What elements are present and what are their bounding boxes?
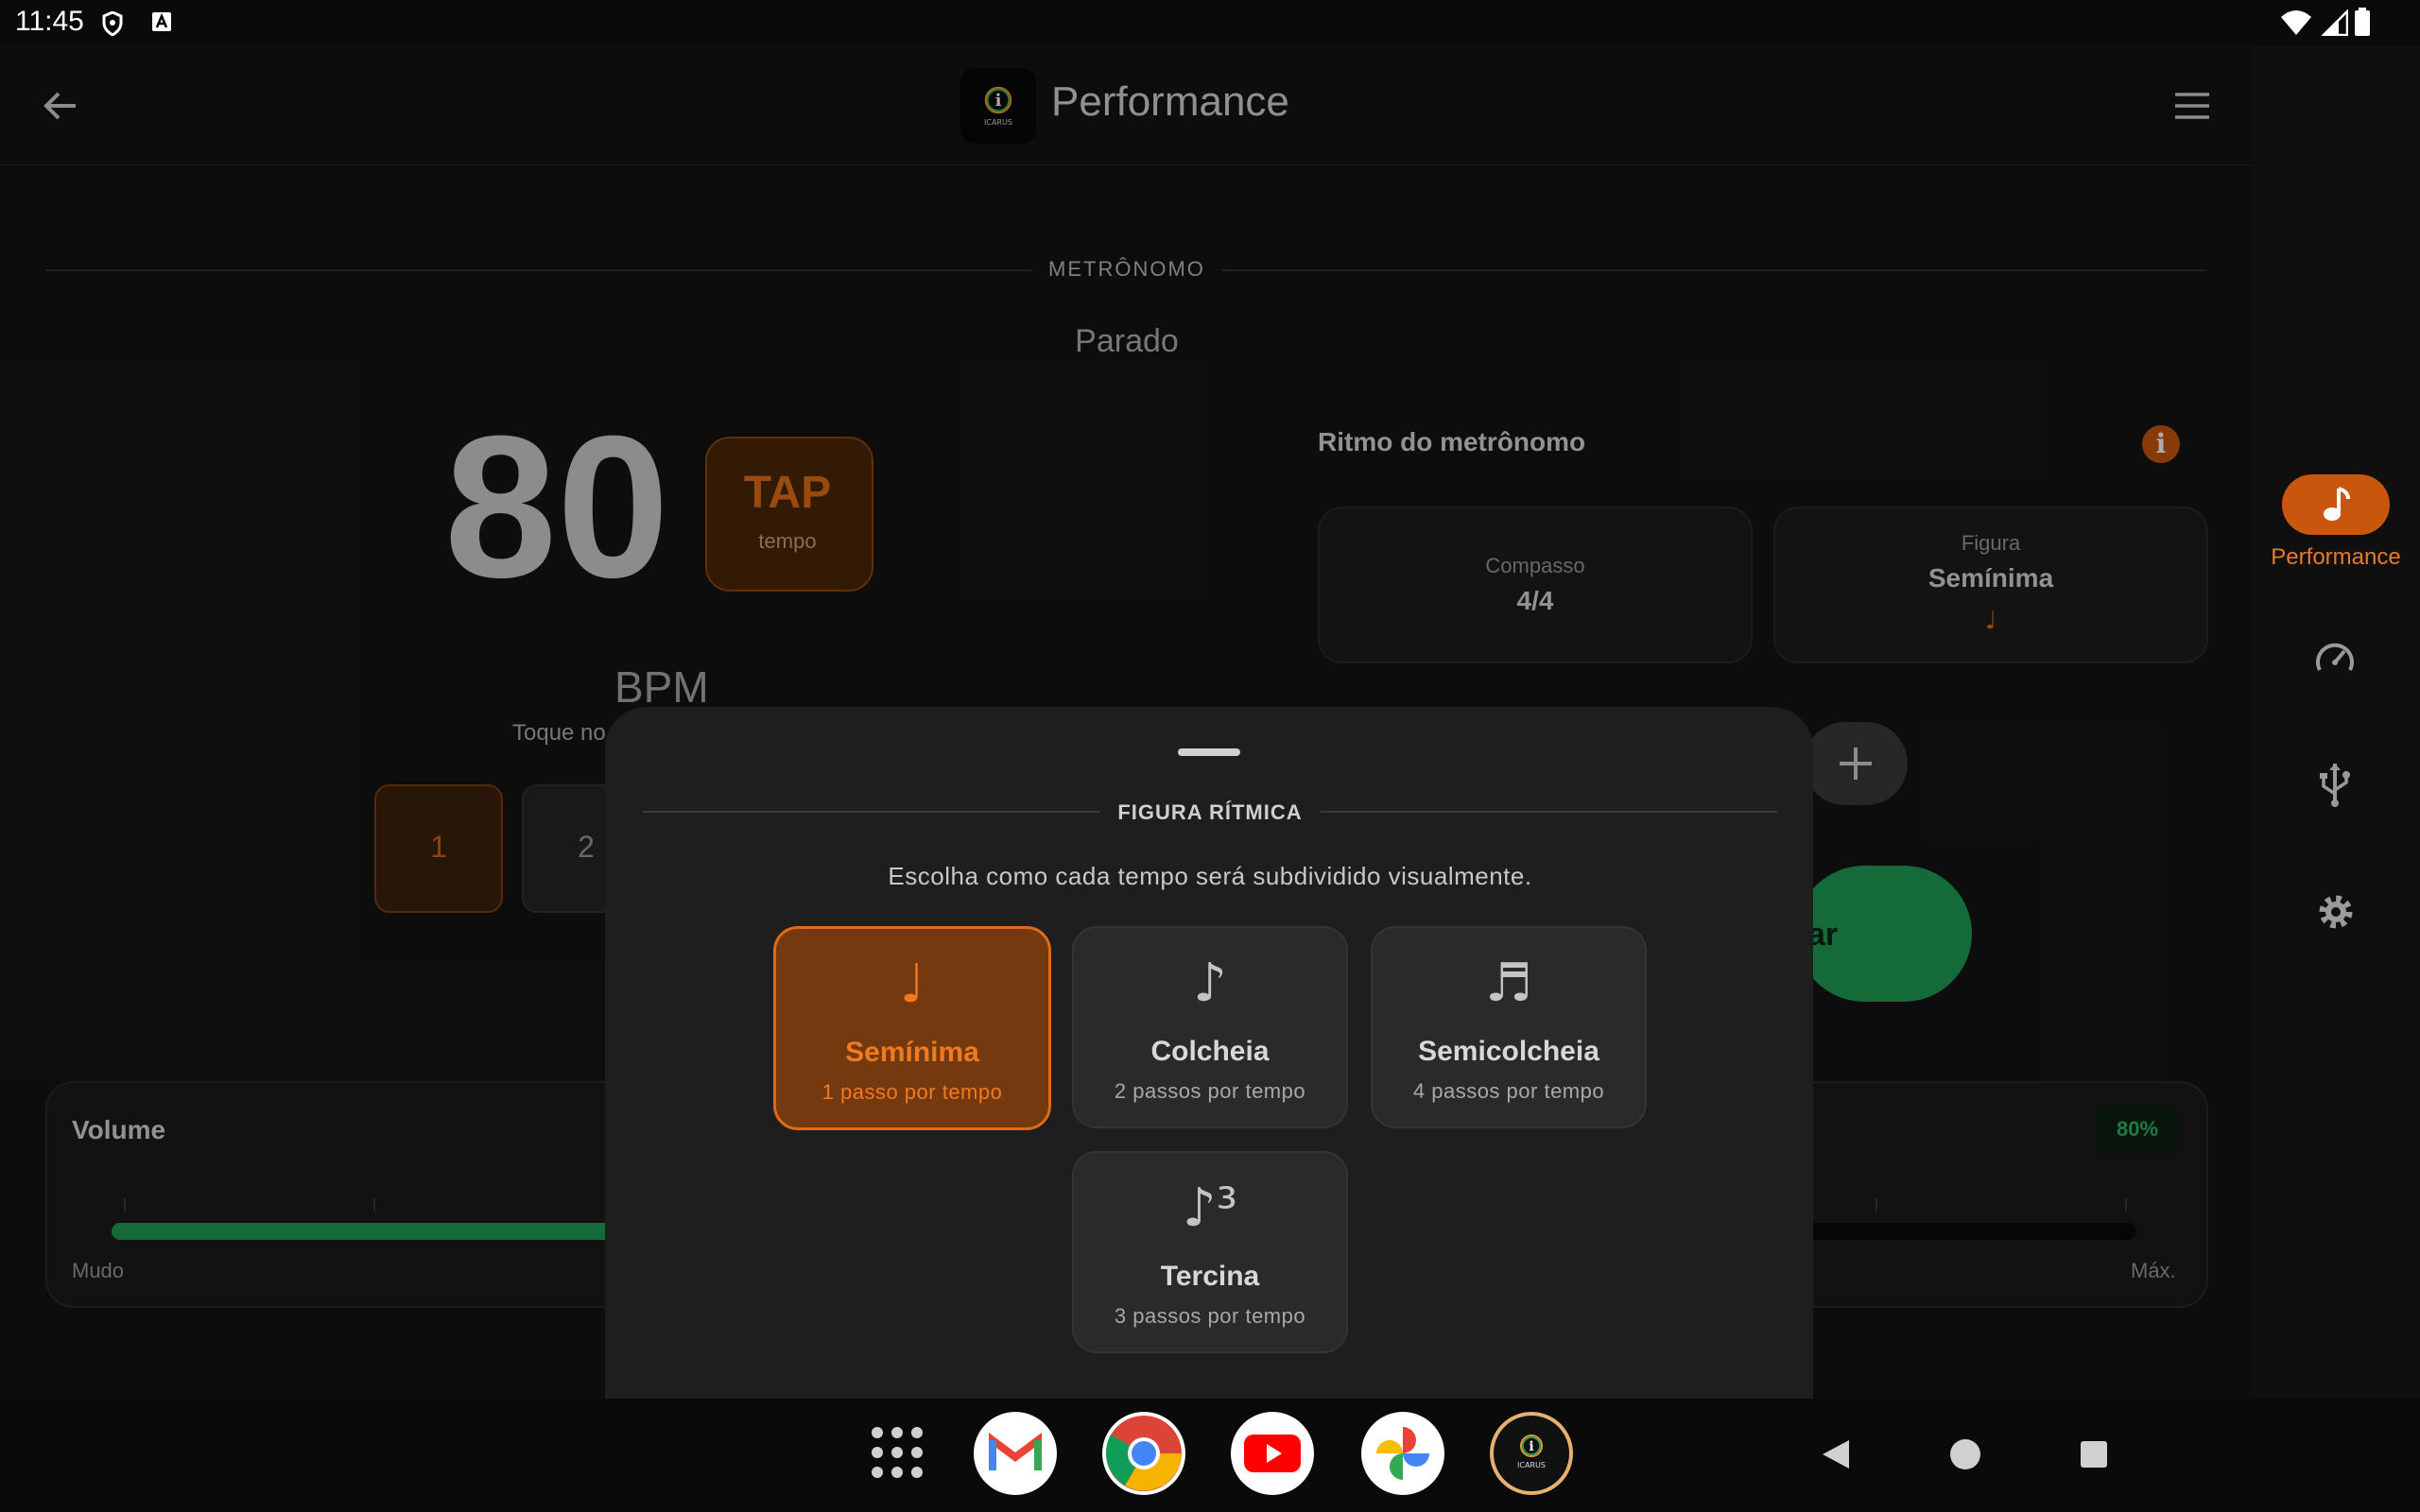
cellular-signal-icon (2322, 9, 2348, 36)
status-clock: 11:45 (15, 6, 84, 37)
triplet-note-icon: ♪³ (1182, 1177, 1238, 1239)
youtube-icon[interactable] (1231, 1412, 1314, 1495)
photos-icon[interactable] (1361, 1412, 1444, 1495)
sixteenth-notes-icon: ♬ (1484, 953, 1533, 1014)
sheet-drag-handle[interactable] (1178, 748, 1240, 756)
nav-recents-icon[interactable] (2080, 1440, 2108, 1469)
navigation-rail (2252, 45, 2420, 1399)
nav-home-icon[interactable] (1949, 1438, 1981, 1470)
svg-text:i: i (1529, 1439, 1533, 1454)
option-subtitle: 4 passos por tempo (1412, 1079, 1605, 1103)
eighth-note-icon: ♪ (1193, 953, 1227, 1014)
icarus-app-icon[interactable]: i ICARUS (1490, 1412, 1573, 1495)
music-note-icon (2320, 486, 2352, 524)
option-name: Tercina (1160, 1261, 1260, 1292)
sheet-divider (643, 811, 1100, 813)
nav-item-performance[interactable] (2282, 474, 2390, 535)
option-name: Colcheia (1150, 1036, 1270, 1067)
figure-option-seminima[interactable]: ♩ Semínima 1 passo por tempo (773, 926, 1051, 1130)
usb-icon[interactable] (2318, 762, 2352, 807)
settings-icon[interactable] (2316, 892, 2356, 932)
chrome-icon[interactable] (1102, 1412, 1185, 1495)
battery-icon (2354, 8, 2371, 36)
option-subtitle: 2 passos por tempo (1114, 1079, 1306, 1103)
vpn-shield-icon (102, 11, 123, 36)
nav-back-icon[interactable] (1821, 1438, 1851, 1470)
option-name: Semicolcheia (1418, 1036, 1599, 1067)
wifi-icon (2280, 9, 2312, 36)
svg-text:ICARUS: ICARUS (1517, 1461, 1546, 1469)
sheet-title: FIGURA RÍTMICA (1117, 800, 1303, 824)
option-subtitle: 3 passos por tempo (1114, 1304, 1306, 1328)
option-subtitle: 1 passo por tempo (821, 1080, 1003, 1104)
taskbar (0, 1399, 2420, 1512)
option-name: Semínima (845, 1037, 979, 1068)
speedometer-icon[interactable] (2314, 639, 2356, 675)
sheet-divider (1320, 811, 1777, 813)
quarter-note-icon: ♩ (899, 954, 925, 1015)
nav-item-performance-label: Performance (2271, 544, 2401, 570)
status-bar (0, 0, 2420, 45)
gmail-icon[interactable] (974, 1412, 1057, 1495)
figure-option-semicolcheia[interactable]: ♬ Semicolcheia 4 passos por tempo (1371, 926, 1647, 1128)
figure-option-colcheia[interactable]: ♪ Colcheia 2 passos por tempo (1072, 926, 1348, 1128)
app-drawer-icon[interactable] (870, 1425, 925, 1480)
sheet-description: Escolha como cada tempo será subdividido… (888, 862, 1532, 890)
figure-option-tercina[interactable]: ♪³ Tercina 3 passos por tempo (1072, 1151, 1348, 1353)
notification-icon (151, 11, 172, 32)
